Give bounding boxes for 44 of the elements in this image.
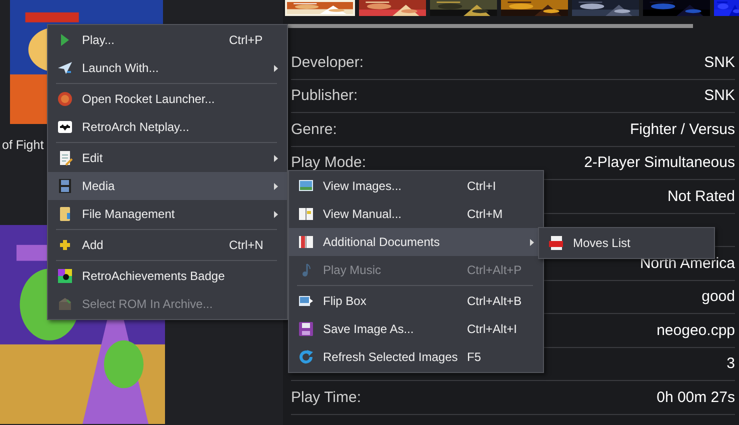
refresh-icon — [298, 349, 314, 365]
field-value: SNK — [704, 54, 735, 71]
field-value: good — [702, 288, 735, 306]
field-value: 2-Player Simultaneous — [584, 154, 735, 172]
book-icon — [298, 234, 314, 250]
film-strip-icon — [57, 178, 73, 194]
netplay-icon — [57, 119, 73, 135]
landscape-image-icon — [298, 178, 314, 194]
notepad-icon — [57, 150, 73, 166]
menu-item[interactable]: RetroArch Netplay... — [48, 113, 287, 141]
menu-item[interactable]: Refresh Selected Images F5 — [289, 343, 543, 371]
field-value: Fighter / Versus — [630, 120, 735, 138]
menu-item[interactable]: Open Rocket Launcher... — [48, 85, 287, 113]
field-label: Developer: — [291, 54, 364, 71]
field-label: Genre: — [291, 120, 337, 138]
field-label: Play Mode: — [291, 154, 366, 172]
open-book-icon — [298, 206, 314, 222]
menu-item[interactable]: View Manual... Ctrl+M — [289, 200, 543, 228]
folder-icon — [57, 206, 73, 222]
rainbow-badge-icon — [57, 268, 73, 284]
pdf-file-icon — [548, 235, 564, 251]
image-arrow-icon — [298, 293, 314, 309]
field-label: Play Time: — [291, 388, 362, 406]
menu-item[interactable]: Media — [48, 172, 287, 200]
field-value: neogeo.cpp — [656, 322, 735, 339]
menu-item[interactable]: File Management — [48, 200, 287, 228]
rocket-badge-icon — [57, 91, 73, 107]
menu-item[interactable]: Save Image As... Ctrl+Alt+I — [289, 315, 543, 343]
menu-item[interactable]: Edit — [48, 144, 287, 172]
menu-item[interactable]: Launch With... — [48, 54, 287, 82]
menu-item[interactable]: RetroAchievements Badge — [48, 262, 287, 290]
menu-item[interactable]: Play... Ctrl+P — [48, 26, 287, 54]
paper-plane-icon — [57, 60, 73, 76]
menu-item[interactable]: View Images... Ctrl+I — [289, 172, 543, 200]
field-value: Not Rated — [667, 188, 735, 205]
field-label: Publisher: — [291, 87, 358, 104]
scrollbar[interactable] — [287, 24, 693, 28]
field-value: 0h 00m 27s — [656, 388, 735, 406]
plus-icon — [57, 237, 73, 253]
field-value: SNK — [704, 87, 735, 104]
field-value: 3 — [726, 355, 735, 372]
menu-item[interactable]: Moves List — [539, 229, 714, 257]
menu-item[interactable]: Flip Box Ctrl+Alt+B — [289, 287, 543, 315]
menu-item[interactable]: Add Ctrl+N — [48, 231, 287, 259]
